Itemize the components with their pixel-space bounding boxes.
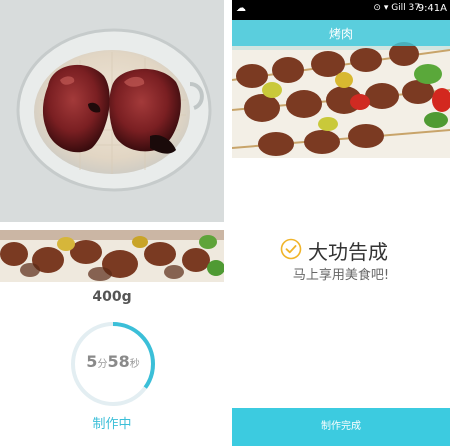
signal-battery-icons: ⊙ ▾ Gill 37 (373, 3, 420, 13)
cooking-status: 制作中 (92, 417, 132, 432)
timer-readout: 5分58秒 (69, 352, 157, 371)
timer-minutes: 5 (86, 352, 98, 371)
kebab-banner-image (0, 230, 224, 282)
timer-seconds-unit: 秒 (129, 359, 140, 370)
cooking-screen: 400g 5分58秒 制作中 (0, 0, 224, 446)
finish-button[interactable]: 制作完成 (232, 408, 450, 446)
completion-screen: ☁ ⊙ ▾ Gill 37 9:41A 烤肉 大功告成 马上享用美食吧! 制作完… (232, 0, 450, 446)
completion-subtitle: 马上享用美食吧! (292, 268, 390, 283)
dish-photo (0, 0, 224, 222)
timer-seconds: 58 (107, 352, 130, 371)
weather-icon: ☁ (236, 3, 246, 14)
timer-minutes-unit: 分 (97, 359, 108, 370)
page-title: 烤肉 (328, 27, 353, 41)
system-status-bar: ☁ ⊙ ▾ Gill 37 9:41A (232, 0, 450, 20)
check-circle-icon (280, 238, 302, 260)
completion-title: 大功告成 (308, 240, 388, 264)
completion-message: 大功告成 (280, 236, 450, 264)
weight-label: 400g (92, 289, 132, 305)
status-clock: 9:41A (417, 3, 447, 14)
